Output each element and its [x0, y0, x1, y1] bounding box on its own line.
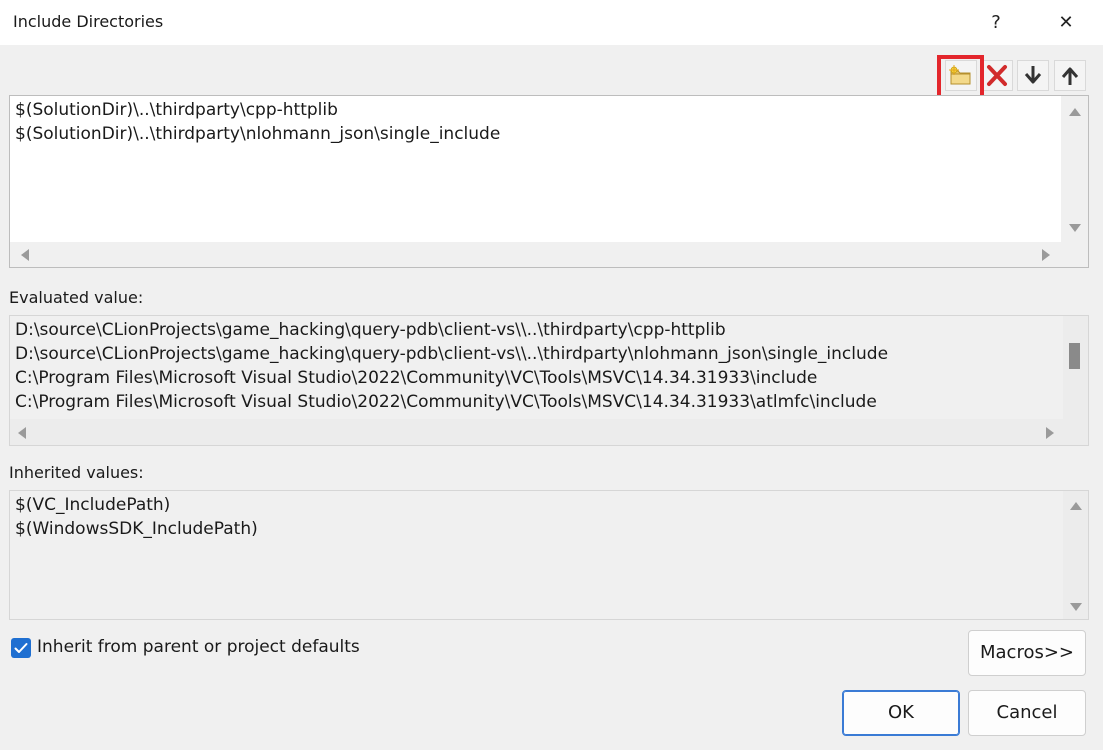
ok-button[interactable]: OK [842, 690, 960, 736]
list-item: D:\source\CLionProjects\game_hacking\que… [15, 344, 889, 364]
delete-x-icon [987, 65, 1007, 86]
list-item[interactable]: $(SolutionDir)\..\thirdparty\cpp-httplib [15, 100, 338, 120]
evaluated-label: Evaluated value: [9, 288, 144, 307]
vertical-scrollbar[interactable] [1063, 491, 1088, 619]
move-up-button[interactable] [1054, 60, 1086, 91]
horizontal-scrollbar[interactable] [10, 242, 1088, 267]
inherited-label: Inherited values: [9, 463, 144, 482]
scroll-thumb[interactable] [1069, 343, 1080, 369]
horizontal-scrollbar[interactable] [10, 419, 1088, 445]
title-bar [0, 0, 1103, 45]
checkmark-icon [14, 643, 28, 653]
highlight-box [937, 55, 984, 99]
close-button[interactable]: ✕ [1050, 8, 1082, 38]
arrow-down-icon [1024, 66, 1042, 84]
inherited-list: $(VC_IncludePath) $(WindowsSDK_IncludePa… [9, 490, 1089, 620]
scroll-left-icon[interactable] [21, 249, 29, 261]
move-down-button[interactable] [1017, 60, 1049, 91]
scroll-right-icon[interactable] [1042, 249, 1050, 261]
arrow-up-icon [1061, 67, 1079, 85]
scroll-right-icon[interactable] [1046, 427, 1054, 439]
inherit-checkbox-label[interactable]: Inherit from parent or project defaults [37, 637, 360, 657]
scroll-up-icon[interactable] [1070, 502, 1082, 510]
help-button[interactable]: ? [980, 8, 1012, 38]
directories-list[interactable]: $(SolutionDir)\..\thirdparty\cpp-httplib… [9, 95, 1089, 268]
list-item: D:\source\CLionProjects\game_hacking\que… [15, 320, 726, 340]
vertical-scrollbar[interactable] [1063, 316, 1088, 419]
list-item: C:\Program Files\Microsoft Visual Studio… [15, 392, 877, 412]
evaluated-list: D:\source\CLionProjects\game_hacking\que… [9, 315, 1089, 446]
scroll-down-icon[interactable] [1069, 224, 1081, 232]
scroll-down-icon[interactable] [1070, 603, 1082, 611]
cancel-button[interactable]: Cancel [968, 690, 1086, 736]
macros-button[interactable]: Macros>> [968, 630, 1086, 676]
scroll-left-icon[interactable] [18, 427, 26, 439]
dialog-title: Include Directories [13, 12, 164, 31]
list-item: $(VC_IncludePath) [15, 495, 171, 515]
list-item[interactable]: $(SolutionDir)\..\thirdparty\nlohmann_js… [15, 124, 500, 144]
delete-line-button[interactable] [981, 60, 1013, 91]
list-item: $(WindowsSDK_IncludePath) [15, 519, 258, 539]
inherit-checkbox[interactable] [11, 638, 31, 658]
vertical-scrollbar[interactable] [1061, 96, 1088, 242]
list-item: C:\Program Files\Microsoft Visual Studio… [15, 368, 818, 388]
scroll-up-icon[interactable] [1069, 108, 1081, 116]
